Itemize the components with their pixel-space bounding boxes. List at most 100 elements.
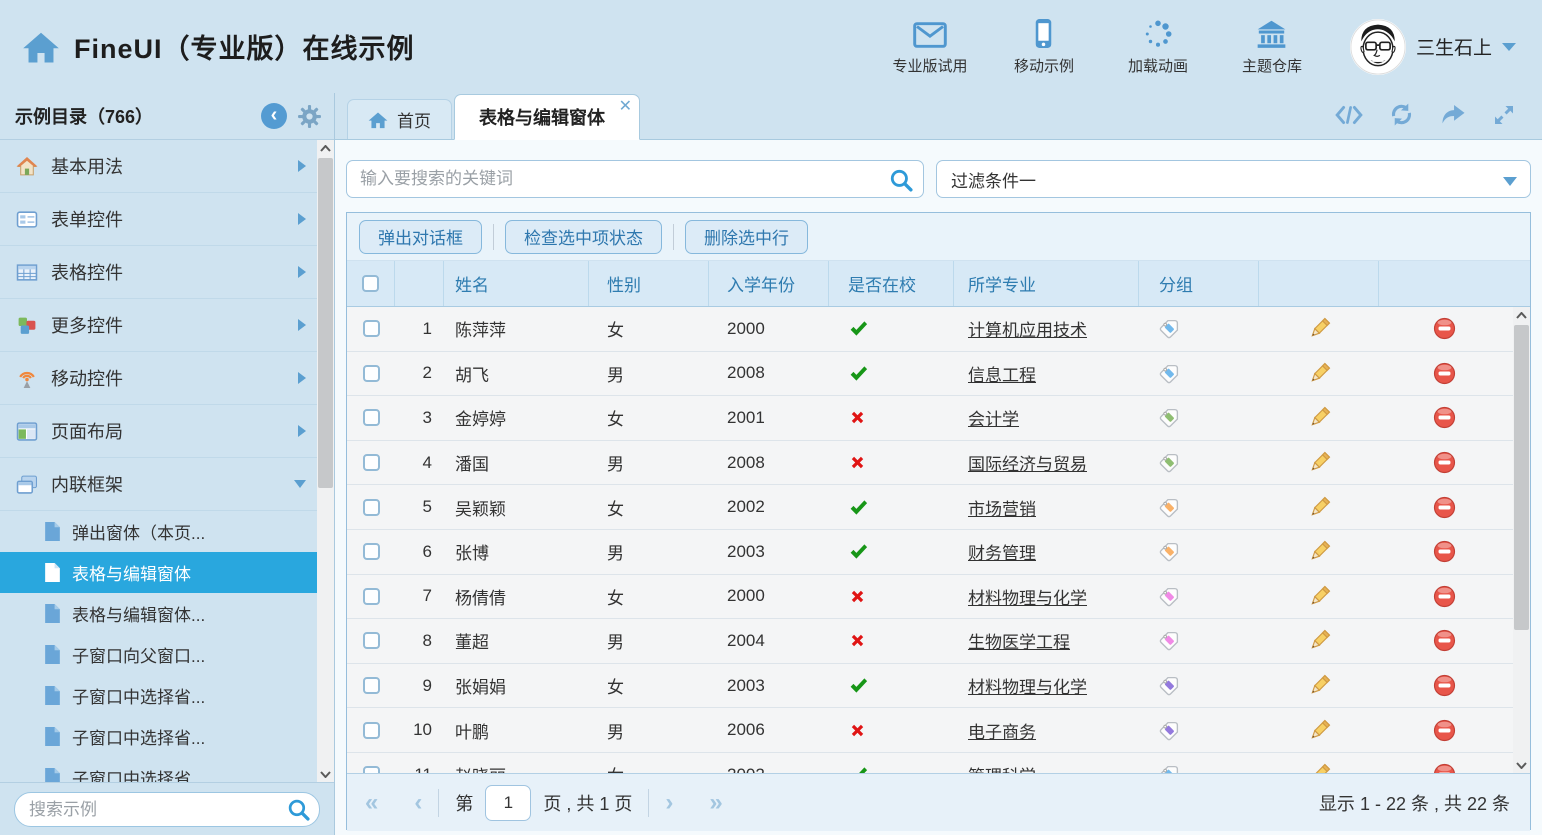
edit-pencil-icon[interactable] [1308,362,1331,385]
table-row[interactable]: 11赵晓丽女2002管理科学 [347,753,1530,773]
edit-pencil-icon[interactable] [1308,585,1331,608]
sidebar-item-5[interactable]: 页面布局 [0,405,334,458]
table-row[interactable]: 8董超男2004生物医学工程 [347,619,1530,664]
sidebar-item-6[interactable]: 内联框架 [0,458,334,511]
row-checkbox[interactable] [363,454,380,471]
major-link[interactable]: 国际经济与贸易 [968,450,1087,475]
delete-row-icon[interactable] [1433,674,1456,697]
delete-row-icon[interactable] [1433,629,1456,652]
table-row[interactable]: 9张娟娟女2003材料物理与化学 [347,664,1530,709]
code-icon[interactable] [1335,104,1363,126]
sidebar-subitem-5[interactable]: 子窗口中选择省... [0,716,334,757]
edit-pencil-icon[interactable] [1308,317,1331,340]
gear-icon[interactable] [297,104,322,129]
sidebar-subitem-3[interactable]: 子窗口向父窗口... [0,634,334,675]
sidebar-subitem-6[interactable]: 子窗口中选择省 [0,757,334,782]
scrollbar-track[interactable] [1513,323,1530,757]
table-row[interactable]: 1陈萍萍女2000计算机应用技术 [347,307,1530,352]
scroll-down-icon[interactable] [317,766,334,782]
grid-button-1[interactable]: 检查选中项状态 [505,220,662,254]
delete-row-icon[interactable] [1433,719,1456,742]
filter-select[interactable]: 过滤条件一 [936,160,1531,198]
user-menu[interactable]: 三生石上 [1350,19,1542,75]
major-link[interactable]: 材料物理与化学 [968,584,1087,609]
major-link[interactable]: 电子商务 [968,718,1036,743]
major-link[interactable]: 管理科学 [968,762,1036,773]
row-checkbox[interactable] [363,677,380,694]
sidebar-scrollbar[interactable] [317,140,334,782]
major-link[interactable]: 会计学 [968,405,1019,430]
sidebar-subitem-1[interactable]: 表格与编辑窗体 [0,552,334,593]
sidebar-search-input[interactable] [14,792,320,827]
row-checkbox[interactable] [363,365,380,382]
delete-row-icon[interactable] [1433,406,1456,429]
edit-pencil-icon[interactable] [1308,451,1331,474]
close-icon[interactable]: ✕ [619,96,632,116]
row-checkbox[interactable] [363,543,380,560]
refresh-icon[interactable] [1389,102,1414,127]
major-link[interactable]: 生物医学工程 [968,628,1070,653]
major-link[interactable]: 信息工程 [968,361,1036,386]
delete-row-icon[interactable] [1433,362,1456,385]
grid-button-0[interactable]: 弹出对话框 [359,220,482,254]
table-row[interactable]: 3金婷婷女2001会计学 [347,396,1530,441]
share-icon[interactable] [1440,104,1466,126]
edit-pencil-icon[interactable] [1308,719,1331,742]
scrollbar-thumb[interactable] [318,158,333,488]
row-checkbox[interactable] [363,632,380,649]
delete-row-icon[interactable] [1433,451,1456,474]
home-icon[interactable] [22,30,60,64]
pagination-last-button[interactable]: » [709,791,722,815]
header-action-spinner[interactable]: 加载动画 [1116,17,1200,76]
grid-button-2[interactable]: 删除选中行 [685,220,808,254]
collapse-sidebar-button[interactable]: ‹ [261,103,287,129]
table-scrollbar[interactable] [1513,307,1530,773]
row-checkbox[interactable] [363,409,380,426]
edit-pencil-icon[interactable] [1308,496,1331,519]
search-icon[interactable] [889,168,913,192]
major-link[interactable]: 计算机应用技术 [968,316,1087,341]
row-checkbox[interactable] [363,588,380,605]
table-row[interactable]: 7杨倩倩女2000材料物理与化学 [347,575,1530,620]
sidebar-item-0[interactable]: 基本用法 [0,140,334,193]
delete-row-icon[interactable] [1433,317,1456,340]
scroll-down-icon[interactable] [1513,757,1530,773]
edit-pencil-icon[interactable] [1308,406,1331,429]
sidebar-item-1[interactable]: 表单控件 [0,193,334,246]
search-icon[interactable] [287,798,310,821]
delete-row-icon[interactable] [1433,496,1456,519]
major-link[interactable]: 材料物理与化学 [968,673,1087,698]
page-number-input[interactable] [485,785,531,821]
pagination-next-button[interactable]: › [665,791,673,815]
scroll-up-icon[interactable] [317,140,334,156]
row-checkbox[interactable] [363,766,380,773]
keyword-search-input[interactable] [346,160,924,198]
avatar[interactable] [1350,19,1406,75]
tab-home[interactable]: 首页 [347,99,452,139]
scroll-up-icon[interactable] [1513,307,1530,323]
expand-icon[interactable] [1492,103,1516,127]
sidebar-subitem-4[interactable]: 子窗口中选择省... [0,675,334,716]
delete-row-icon[interactable] [1433,540,1456,563]
header-action-phone[interactable]: 移动示例 [1002,17,1086,76]
edit-pencil-icon[interactable] [1308,763,1331,773]
header-action-envelope[interactable]: 专业版试用 [888,17,972,76]
sidebar-item-3[interactable]: 更多控件 [0,299,334,352]
sidebar-item-2[interactable]: 表格控件 [0,246,334,299]
header-action-bank[interactable]: 主题仓库 [1230,17,1314,76]
edit-pencil-icon[interactable] [1308,674,1331,697]
pagination-prev-button[interactable]: ‹ [414,791,422,815]
table-row[interactable]: 6张博男2003财务管理 [347,530,1530,575]
tab-grid-edit-window[interactable]: 表格与编辑窗体 ✕ [454,94,640,140]
select-all-checkbox[interactable] [362,275,379,292]
table-row[interactable]: 10叶鹏男2006电子商务 [347,708,1530,753]
edit-pencil-icon[interactable] [1308,629,1331,652]
delete-row-icon[interactable] [1433,763,1456,773]
scrollbar-thumb[interactable] [1514,325,1529,630]
major-link[interactable]: 市场营销 [968,495,1036,520]
edit-pencil-icon[interactable] [1308,540,1331,563]
row-checkbox[interactable] [363,320,380,337]
sidebar-subitem-2[interactable]: 表格与编辑窗体... [0,593,334,634]
table-row[interactable]: 4潘国男2008国际经济与贸易 [347,441,1530,486]
delete-row-icon[interactable] [1433,585,1456,608]
